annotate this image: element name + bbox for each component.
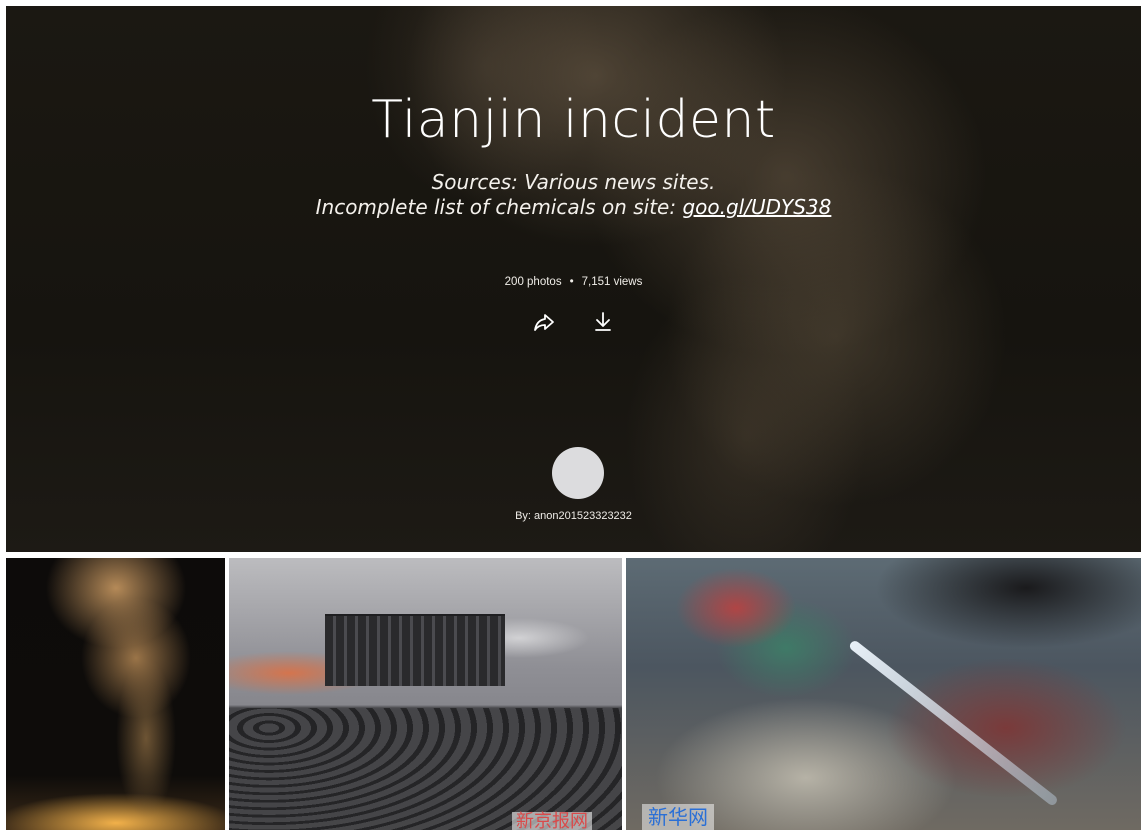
photo-thumbnail-burned-cars[interactable]: 新京报网 — [229, 558, 622, 830]
author-byline[interactable]: By: anon201523323232 — [6, 510, 1141, 522]
album-actions — [6, 310, 1141, 339]
download-button[interactable] — [591, 310, 615, 334]
photo-water-spray-shape — [847, 639, 1059, 808]
stats-separator: • — [569, 276, 574, 288]
chemicals-list-link[interactable]: goo.gl/UDYS38 — [682, 195, 831, 219]
album-page: Tianjin incident Sources: Various news s… — [0, 0, 1141, 830]
description-line-1: Sources: Various news sites. — [431, 170, 716, 194]
download-icon — [594, 312, 611, 331]
album-hero: Tianjin incident Sources: Various news s… — [6, 6, 1141, 552]
share-button[interactable] — [532, 310, 556, 334]
album-stats: 200 photos • 7,151 views — [6, 276, 1141, 288]
author-avatar[interactable] — [552, 447, 604, 499]
description-line-2-text: Incomplete list of chemicals on site: — [315, 195, 683, 219]
views-count: 7,151 views — [581, 276, 643, 288]
photo-thumbnail-explosion[interactable] — [6, 558, 225, 830]
photo-thumbnail-aerial-debris[interactable]: 新华网 — [626, 558, 1141, 830]
photo-watermark: 新华网 — [642, 804, 714, 830]
description-line-2: Incomplete list of chemicals on site: go… — [6, 195, 1141, 220]
album-description: Sources: Various news sites. Incomplete … — [6, 170, 1141, 220]
photo-building-shape — [325, 614, 505, 686]
album-title: Tianjin incident — [371, 90, 776, 150]
photos-count: 200 photos — [504, 276, 562, 288]
photo-watermark: 新京报网 — [512, 812, 592, 830]
share-arrow-icon — [534, 314, 555, 331]
hero-content: Tianjin incident Sources: Various news s… — [6, 6, 1141, 552]
